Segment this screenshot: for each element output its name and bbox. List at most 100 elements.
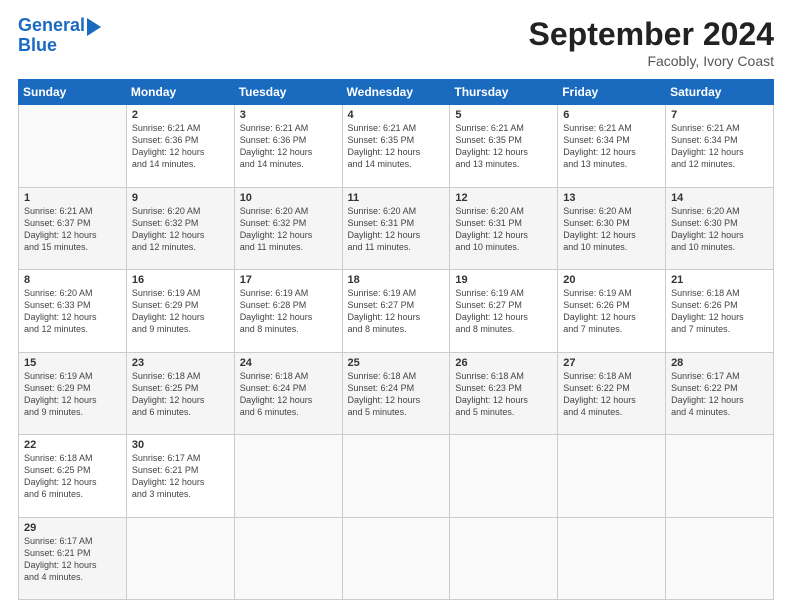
calendar-cell: 1Sunrise: 6:21 AMSunset: 6:37 PMDaylight… [19, 187, 127, 270]
day-info: Sunrise: 6:21 AMSunset: 6:34 PMDaylight:… [671, 122, 768, 171]
calendar-cell: 21Sunrise: 6:18 AMSunset: 6:26 PMDayligh… [666, 270, 774, 353]
day-number: 20 [563, 274, 660, 286]
calendar-cell: 13Sunrise: 6:20 AMSunset: 6:30 PMDayligh… [558, 187, 666, 270]
day-info: Sunrise: 6:21 AMSunset: 6:37 PMDaylight:… [24, 205, 121, 254]
column-header-friday: Friday [558, 80, 666, 105]
day-info: Sunrise: 6:20 AMSunset: 6:30 PMDaylight:… [563, 205, 660, 254]
day-info: Sunrise: 6:21 AMSunset: 6:36 PMDaylight:… [240, 122, 337, 171]
day-number: 3 [240, 109, 337, 121]
day-number: 27 [563, 357, 660, 369]
calendar-cell: 5Sunrise: 6:21 AMSunset: 6:35 PMDaylight… [450, 105, 558, 188]
column-header-saturday: Saturday [666, 80, 774, 105]
calendar-header-row: SundayMondayTuesdayWednesdayThursdayFrid… [19, 80, 774, 105]
column-header-tuesday: Tuesday [234, 80, 342, 105]
day-info: Sunrise: 6:19 AMSunset: 6:28 PMDaylight:… [240, 287, 337, 336]
day-info: Sunrise: 6:20 AMSunset: 6:32 PMDaylight:… [132, 205, 229, 254]
day-number: 5 [455, 109, 552, 121]
calendar-week-row: 1Sunrise: 6:21 AMSunset: 6:37 PMDaylight… [19, 187, 774, 270]
calendar-cell: 16Sunrise: 6:19 AMSunset: 6:29 PMDayligh… [126, 270, 234, 353]
calendar-cell: 14Sunrise: 6:20 AMSunset: 6:30 PMDayligh… [666, 187, 774, 270]
day-info: Sunrise: 6:18 AMSunset: 6:26 PMDaylight:… [671, 287, 768, 336]
day-info: Sunrise: 6:20 AMSunset: 6:32 PMDaylight:… [240, 205, 337, 254]
day-info: Sunrise: 6:18 AMSunset: 6:22 PMDaylight:… [563, 370, 660, 419]
day-info: Sunrise: 6:18 AMSunset: 6:24 PMDaylight:… [348, 370, 445, 419]
day-number: 24 [240, 357, 337, 369]
day-number: 25 [348, 357, 445, 369]
location: Facobly, Ivory Coast [529, 53, 774, 69]
calendar-cell: 2Sunrise: 6:21 AMSunset: 6:36 PMDaylight… [126, 105, 234, 188]
calendar-cell [342, 435, 450, 518]
day-number: 23 [132, 357, 229, 369]
day-info: Sunrise: 6:21 AMSunset: 6:34 PMDaylight:… [563, 122, 660, 171]
calendar-cell: 11Sunrise: 6:20 AMSunset: 6:31 PMDayligh… [342, 187, 450, 270]
day-info: Sunrise: 6:20 AMSunset: 6:31 PMDaylight:… [348, 205, 445, 254]
day-info: Sunrise: 6:20 AMSunset: 6:30 PMDaylight:… [671, 205, 768, 254]
calendar-body: 2Sunrise: 6:21 AMSunset: 6:36 PMDaylight… [19, 105, 774, 600]
calendar-cell [558, 517, 666, 600]
day-info: Sunrise: 6:17 AMSunset: 6:22 PMDaylight:… [671, 370, 768, 419]
calendar-cell [126, 517, 234, 600]
calendar-cell: 26Sunrise: 6:18 AMSunset: 6:23 PMDayligh… [450, 352, 558, 435]
day-number: 19 [455, 274, 552, 286]
day-info: Sunrise: 6:19 AMSunset: 6:27 PMDaylight:… [348, 287, 445, 336]
day-number: 9 [132, 192, 229, 204]
calendar-cell: 3Sunrise: 6:21 AMSunset: 6:36 PMDaylight… [234, 105, 342, 188]
calendar-cell [342, 517, 450, 600]
day-number: 1 [24, 192, 121, 204]
day-info: Sunrise: 6:20 AMSunset: 6:33 PMDaylight:… [24, 287, 121, 336]
day-info: Sunrise: 6:20 AMSunset: 6:31 PMDaylight:… [455, 205, 552, 254]
calendar-cell: 10Sunrise: 6:20 AMSunset: 6:32 PMDayligh… [234, 187, 342, 270]
title-block: September 2024 Facobly, Ivory Coast [529, 16, 774, 69]
day-info: Sunrise: 6:19 AMSunset: 6:29 PMDaylight:… [24, 370, 121, 419]
day-number: 11 [348, 192, 445, 204]
day-number: 7 [671, 109, 768, 121]
day-info: Sunrise: 6:19 AMSunset: 6:26 PMDaylight:… [563, 287, 660, 336]
day-number: 16 [132, 274, 229, 286]
calendar-week-row: 15Sunrise: 6:19 AMSunset: 6:29 PMDayligh… [19, 352, 774, 435]
day-info: Sunrise: 6:21 AMSunset: 6:36 PMDaylight:… [132, 122, 229, 171]
page-header: General Blue September 2024 Facobly, Ivo… [18, 16, 774, 69]
day-info: Sunrise: 6:21 AMSunset: 6:35 PMDaylight:… [455, 122, 552, 171]
day-number: 22 [24, 439, 121, 451]
calendar-cell: 28Sunrise: 6:17 AMSunset: 6:22 PMDayligh… [666, 352, 774, 435]
calendar-cell: 24Sunrise: 6:18 AMSunset: 6:24 PMDayligh… [234, 352, 342, 435]
calendar-cell [666, 517, 774, 600]
day-number: 8 [24, 274, 121, 286]
calendar-cell: 30Sunrise: 6:17 AMSunset: 6:21 PMDayligh… [126, 435, 234, 518]
day-number: 13 [563, 192, 660, 204]
column-header-sunday: Sunday [19, 80, 127, 105]
column-header-wednesday: Wednesday [342, 80, 450, 105]
calendar-cell: 17Sunrise: 6:19 AMSunset: 6:28 PMDayligh… [234, 270, 342, 353]
day-number: 14 [671, 192, 768, 204]
logo: General Blue [18, 16, 101, 56]
calendar-cell: 29Sunrise: 6:17 AMSunset: 6:21 PMDayligh… [19, 517, 127, 600]
calendar-cell [234, 517, 342, 600]
calendar-cell [558, 435, 666, 518]
logo-arrow-icon [87, 18, 101, 36]
day-number: 18 [348, 274, 445, 286]
day-info: Sunrise: 6:18 AMSunset: 6:24 PMDaylight:… [240, 370, 337, 419]
calendar-cell: 7Sunrise: 6:21 AMSunset: 6:34 PMDaylight… [666, 105, 774, 188]
day-number: 10 [240, 192, 337, 204]
day-info: Sunrise: 6:17 AMSunset: 6:21 PMDaylight:… [132, 452, 229, 501]
calendar-cell: 6Sunrise: 6:21 AMSunset: 6:34 PMDaylight… [558, 105, 666, 188]
day-info: Sunrise: 6:18 AMSunset: 6:25 PMDaylight:… [24, 452, 121, 501]
calendar-cell: 12Sunrise: 6:20 AMSunset: 6:31 PMDayligh… [450, 187, 558, 270]
day-info: Sunrise: 6:19 AMSunset: 6:27 PMDaylight:… [455, 287, 552, 336]
day-number: 17 [240, 274, 337, 286]
month-title: September 2024 [529, 16, 774, 53]
column-header-thursday: Thursday [450, 80, 558, 105]
calendar-cell: 20Sunrise: 6:19 AMSunset: 6:26 PMDayligh… [558, 270, 666, 353]
calendar-cell: 23Sunrise: 6:18 AMSunset: 6:25 PMDayligh… [126, 352, 234, 435]
calendar-cell: 27Sunrise: 6:18 AMSunset: 6:22 PMDayligh… [558, 352, 666, 435]
calendar-cell: 9Sunrise: 6:20 AMSunset: 6:32 PMDaylight… [126, 187, 234, 270]
day-number: 21 [671, 274, 768, 286]
logo-text-blue: Blue [18, 36, 57, 56]
day-number: 29 [24, 522, 121, 534]
calendar-cell: 8Sunrise: 6:20 AMSunset: 6:33 PMDaylight… [19, 270, 127, 353]
calendar-week-row: 2Sunrise: 6:21 AMSunset: 6:36 PMDaylight… [19, 105, 774, 188]
calendar-cell: 19Sunrise: 6:19 AMSunset: 6:27 PMDayligh… [450, 270, 558, 353]
calendar-table: SundayMondayTuesdayWednesdayThursdayFrid… [18, 79, 774, 600]
day-number: 6 [563, 109, 660, 121]
calendar-cell [450, 435, 558, 518]
